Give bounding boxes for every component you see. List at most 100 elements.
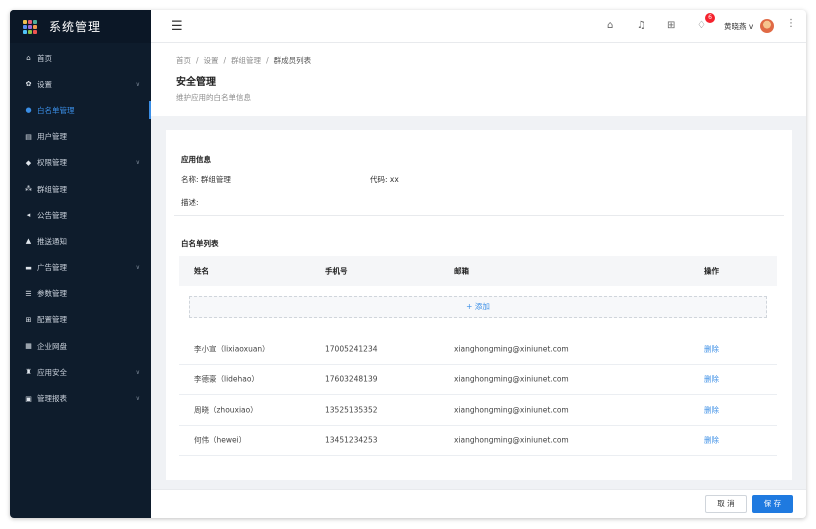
column-header-phone: 手机号 <box>325 266 348 276</box>
sidebar-item-label: 配置管理 <box>37 315 67 325</box>
sidebar-item[interactable]: ⊞ 配置管理 <box>10 307 151 333</box>
app-info-title: 应用信息 <box>181 155 211 164</box>
cell-name: 李小宣（lixiaoxuan） <box>194 344 270 354</box>
divider <box>174 215 784 216</box>
menu-toggle-icon[interactable]: ☰ <box>171 19 183 34</box>
cell-email: xianghongming@xiniunet.com <box>454 435 569 445</box>
sidebar-item-label: 权限管理 <box>37 158 67 168</box>
cell-name: 周晓（zhouxiao） <box>194 405 258 415</box>
app-code-field: 代码: xx <box>370 174 399 185</box>
sidebar-item[interactable]: ▬ 广告管理 ∨ <box>10 255 151 281</box>
app-window: 系统管理 ⌂ 首页 ✿ 设置 ∨ ● 白名单管理 ▤ 用户管理 ◆ 权限管理 ∨ ⁂ 群组管理 ◂ 公告管理 ▲… <box>10 10 806 518</box>
sidebar-item-label: 应用安全 <box>37 367 67 377</box>
cell-email: xianghongming@xiniunet.com <box>454 344 569 354</box>
home-icon[interactable]: ⌂ <box>607 20 613 31</box>
megaphone-icon: ◂ <box>26 211 31 220</box>
chevron-down-icon: ∨ <box>135 159 140 167</box>
sidebar-item[interactable]: ☰ 参数管理 <box>10 281 151 307</box>
home-icon: ⌂ <box>26 54 31 63</box>
group-icon: ⁂ <box>25 185 32 194</box>
avatar[interactable] <box>760 19 774 33</box>
cell-phone: 13525135352 <box>325 405 378 415</box>
app-code-label: 代码: <box>370 175 388 184</box>
breadcrumb-current: 群成员列表 <box>273 56 312 65</box>
delete-link[interactable]: 删除 <box>704 374 719 385</box>
app-grid-logo-icon <box>23 19 37 34</box>
sidebar-item[interactable]: ▦ 企业网盘 <box>10 333 151 359</box>
cell-email: xianghongming@xiniunet.com <box>454 374 569 384</box>
shield-icon: ◆ <box>25 158 32 167</box>
app-title: 系统管理 <box>49 20 102 34</box>
brand[interactable]: 系统管理 <box>10 10 151 43</box>
sidebar-item[interactable]: ⌂ 首页 <box>10 45 151 71</box>
breadcrumb-item[interactable]: 群组管理 <box>231 56 261 65</box>
table-row: 李小宣（lixiaoxuan） 17005241234 xianghongming@… <box>179 334 777 365</box>
save-button[interactable]: 保 存 <box>752 495 793 513</box>
user-card-icon: ▤ <box>25 132 32 141</box>
sidebar-item[interactable]: ▤ 用户管理 <box>10 124 151 150</box>
content-card: 应用信息 名称: 群组管理 代码: xx 描述: 白名单列表 姓名 手机号 邮箱… <box>166 130 792 480</box>
sidebar-item-label: 公告管理 <box>37 210 67 220</box>
sidebar-item[interactable]: ◂ 公告管理 <box>10 202 151 228</box>
cell-phone: 13451234253 <box>325 435 378 445</box>
chevron-down-icon: ∨ <box>135 80 140 88</box>
whitelist-table: 姓名 手机号 邮箱 操作 + 添加 李小宣（lixiaoxuan） 1700524… <box>179 256 777 456</box>
breadcrumb-item[interactable]: 首页 <box>176 56 191 65</box>
sidebar-menu: ⌂ 首页 ✿ 设置 ∨ ● 白名单管理 ▤ 用户管理 ◆ 权限管理 ∨ ⁂ 群组管理 ◂ 公告管理 ▲ 推送通知 ▬… <box>10 43 151 412</box>
gear-icon: ✿ <box>25 80 32 89</box>
cell-phone: 17005241234 <box>325 344 378 354</box>
grid-icon: ▦ <box>25 342 32 351</box>
lock-icon: ♜ <box>25 368 32 377</box>
cancel-button[interactable]: 取 消 <box>705 495 747 513</box>
table-row: 周晓（zhouxiao） 13525135352 xianghongming@xin… <box>179 395 777 426</box>
app-name-label: 名称: <box>181 175 199 184</box>
app-name-field: 名称: 群组管理 <box>181 174 231 185</box>
bell-icon: ▲ <box>25 237 32 246</box>
app-desc-label: 描述: <box>181 198 199 207</box>
top-bar: ☰ ⌂ ♫ ⊞ ♢ 6 黄晓燕 v ⋮ <box>151 10 806 43</box>
sidebar-item-label: 企业网盘 <box>37 341 67 351</box>
chevron-down-icon: v <box>748 22 754 31</box>
sidebar-item-label: 广告管理 <box>37 263 67 273</box>
column-header-email: 邮箱 <box>454 266 469 276</box>
more-vertical-icon[interactable]: ⋮ <box>786 18 796 29</box>
delete-link[interactable]: 删除 <box>704 343 719 354</box>
report-icon: ▣ <box>25 394 32 403</box>
notification-badge: 6 <box>705 13 715 23</box>
page-description: 维护应用的白名单信息 <box>176 93 251 102</box>
user-menu[interactable]: 黄晓燕 v <box>724 21 753 32</box>
column-header-action: 操作 <box>704 266 719 276</box>
chevron-down-icon: ∨ <box>135 395 140 403</box>
table-body: 李小宣（lixiaoxuan） 17005241234 xianghongming@… <box>179 334 777 456</box>
bell-icon[interactable]: ♢ <box>697 20 706 31</box>
sidebar-item-label: 推送通知 <box>37 236 67 246</box>
sidebar-item-label: 参数管理 <box>37 289 67 299</box>
delete-link[interactable]: 删除 <box>704 404 719 415</box>
apps-icon[interactable]: ⊞ <box>667 20 675 31</box>
sidebar-item[interactable]: ♜ 应用安全 ∨ <box>10 359 151 385</box>
table-header: 姓名 手机号 邮箱 操作 <box>179 256 777 286</box>
sidebar-item[interactable]: ◆ 权限管理 ∨ <box>10 150 151 176</box>
app-code-value: xx <box>389 175 399 184</box>
config-icon: ⊞ <box>25 315 32 324</box>
sidebar-item[interactable]: ▣ 管理报表 ∨ <box>10 385 151 411</box>
add-row-button[interactable]: + 添加 <box>189 296 767 318</box>
delete-link[interactable]: 删除 <box>704 435 719 446</box>
headset-icon[interactable]: ♫ <box>637 20 646 31</box>
sidebar-item[interactable]: ✿ 设置 ∨ <box>10 71 151 97</box>
breadcrumb: 首页 / 设置 / 群组管理 / 群成员列表 <box>176 56 312 65</box>
sidebar: 系统管理 ⌂ 首页 ✿ 设置 ∨ ● 白名单管理 ▤ 用户管理 ◆ 权限管理 ∨ ⁂ 群组管理 ◂ 公告管理 ▲… <box>10 10 151 518</box>
cell-phone: 17603248139 <box>325 374 378 384</box>
username: 黄晓燕 <box>724 22 747 31</box>
user-circle-icon: ● <box>25 106 32 115</box>
footer-bar: 取 消 保 存 <box>151 489 806 518</box>
sidebar-item-label: 白名单管理 <box>37 105 75 115</box>
cell-email: xianghongming@xiniunet.com <box>454 405 569 415</box>
sidebar-item-label: 设置 <box>37 79 52 89</box>
breadcrumb-item[interactable]: 设置 <box>204 56 219 65</box>
sidebar-item[interactable]: ● 白名单管理 <box>10 97 151 123</box>
sidebar-item[interactable]: ▲ 推送通知 <box>10 228 151 254</box>
cell-name: 何伟（hewei） <box>194 435 247 445</box>
sidebar-item[interactable]: ⁂ 群组管理 <box>10 176 151 202</box>
cell-name: 李德豪（lidehao） <box>194 374 259 384</box>
